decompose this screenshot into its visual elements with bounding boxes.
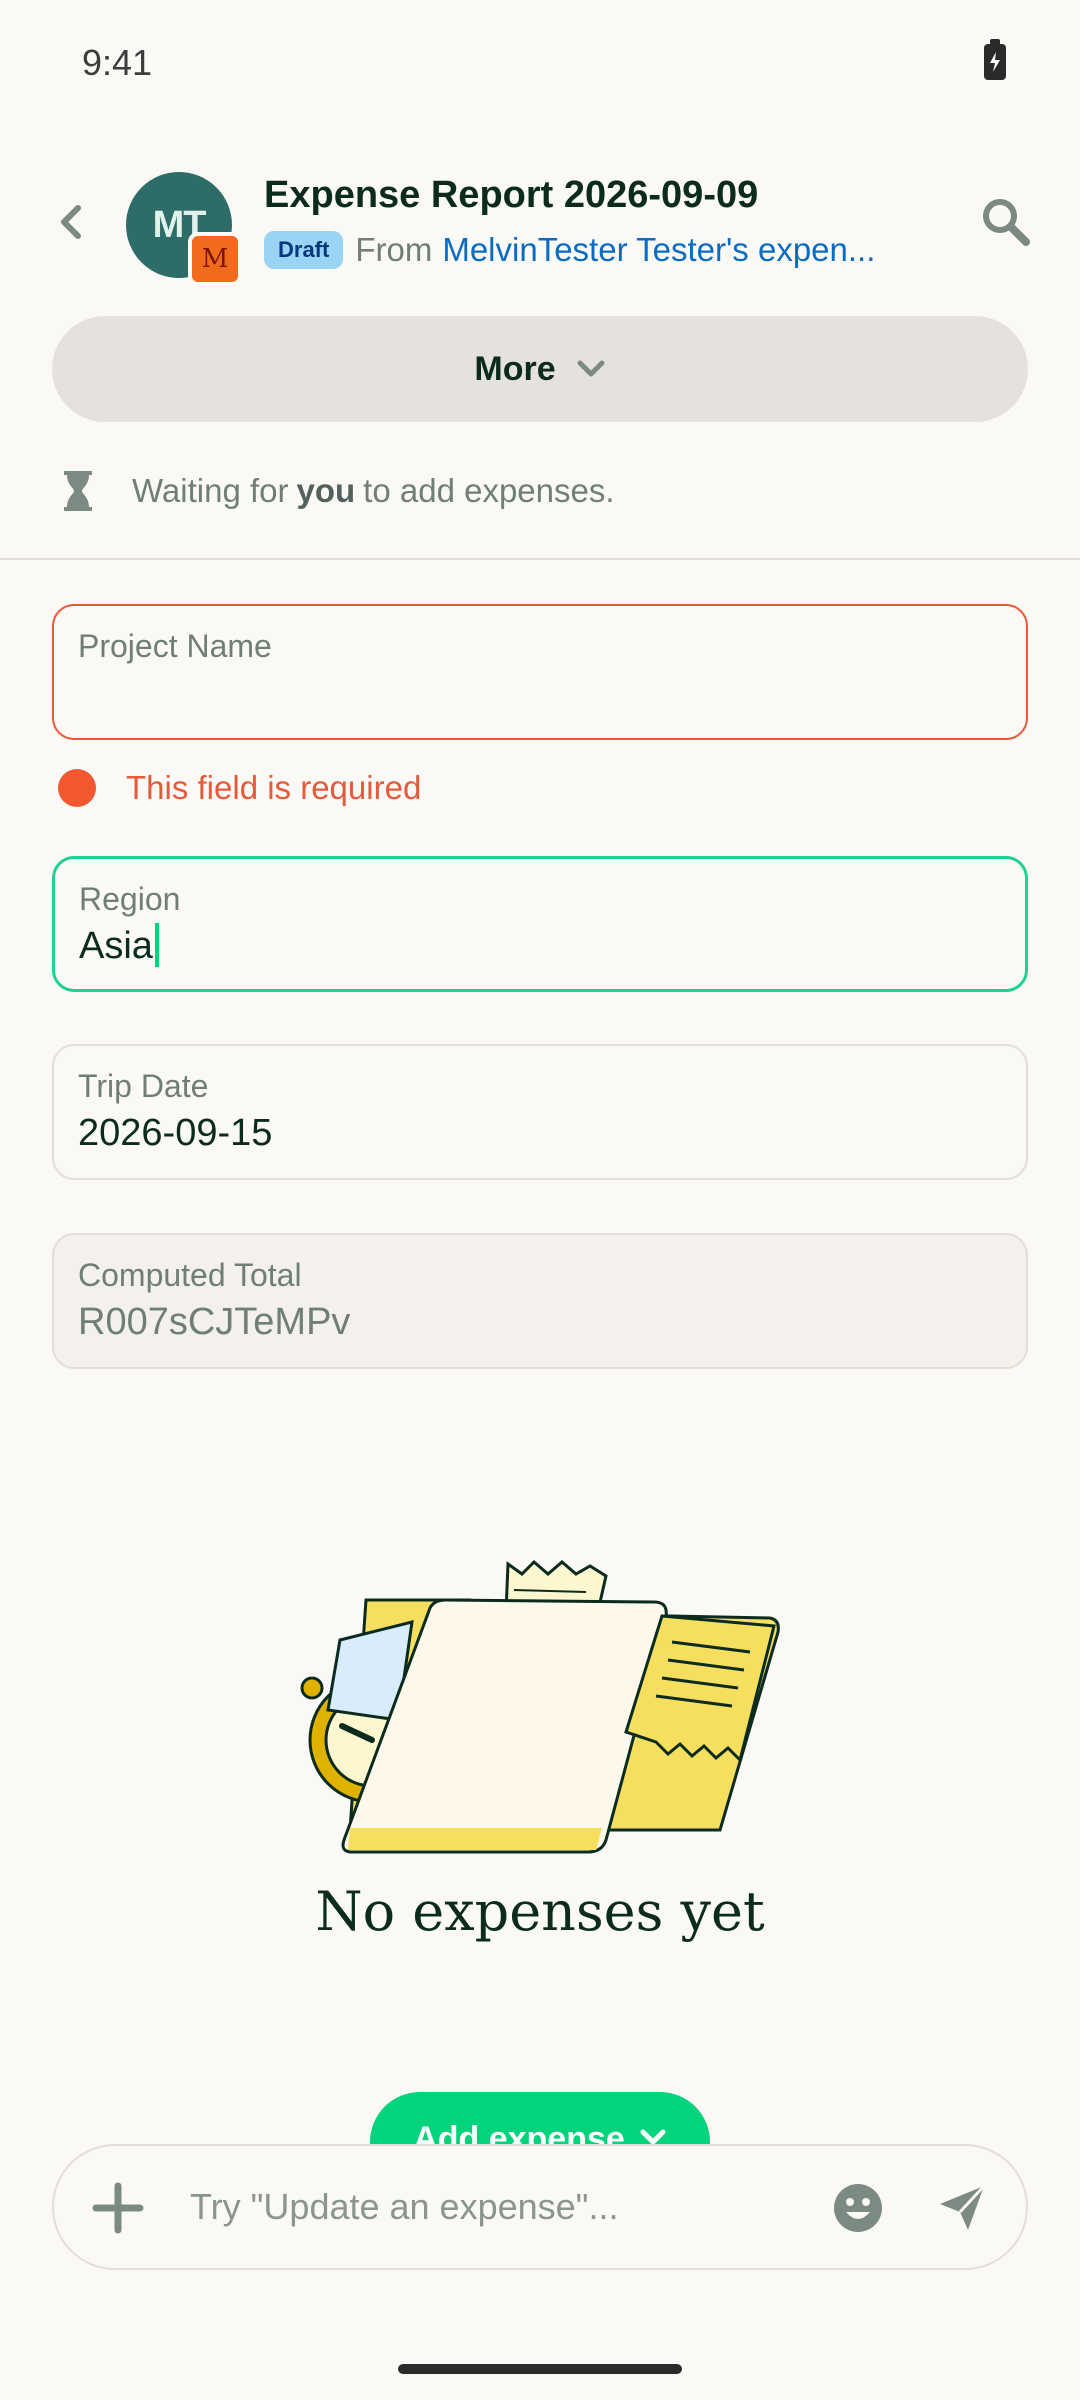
composer: Try "Update an expense"... (52, 2144, 1028, 2270)
hourglass-icon (64, 471, 92, 511)
trip-date-label: Trip Date (78, 1068, 209, 1104)
waiting-emphasis: you (296, 472, 356, 509)
workspace-badge: M (188, 232, 242, 286)
report-title[interactable]: Expense Report 2026-09-09 (264, 174, 758, 217)
emoji-icon[interactable] (832, 2182, 884, 2234)
text-cursor (154, 922, 159, 967)
computed-total-label: Computed Total (78, 1257, 302, 1293)
from-label: From (355, 231, 433, 268)
waiting-suffix: to add expenses. (363, 472, 615, 509)
project-name-error: This field is required (58, 768, 421, 808)
region-value: Asia (79, 925, 153, 967)
home-indicator (398, 2364, 682, 2374)
workspace-link[interactable]: MelvinTester Tester's expen... (442, 231, 875, 269)
workspace-badge-letter: M (201, 244, 229, 274)
divider (0, 558, 1080, 560)
trip-date-value: 2026-09-15 (78, 1112, 273, 1154)
chevron-left-icon (61, 205, 81, 239)
region-field[interactable]: Region Asia (52, 856, 1028, 992)
region-value-wrap: Asia (79, 922, 159, 970)
computed-total-value: R007sCJTeMPv (78, 1301, 351, 1343)
project-name-label: Project Name (78, 628, 272, 664)
trip-date-field[interactable]: Trip Date 2026-09-15 (52, 1044, 1028, 1180)
chevron-down-icon (577, 360, 605, 377)
search-button[interactable] (976, 192, 1036, 252)
status-badge: Draft (264, 231, 344, 269)
more-button-label: More (474, 349, 556, 388)
error-dot-icon (58, 769, 96, 807)
back-button[interactable] (50, 200, 94, 244)
waiting-message: Waiting for you to add expenses. (56, 466, 615, 516)
search-icon (983, 199, 1030, 246)
composer-input[interactable]: Try "Update an expense"... (190, 2186, 618, 2228)
project-name-field[interactable]: Project Name (52, 604, 1028, 740)
empty-state-title: No expenses yet (315, 1880, 765, 1943)
empty-folder-illustration (300, 1560, 780, 1854)
waiting-prefix: Waiting for (132, 472, 289, 509)
error-message: This field is required (126, 769, 422, 806)
region-label: Region (79, 881, 181, 917)
plus-icon[interactable] (92, 2182, 144, 2234)
more-button[interactable]: More (52, 316, 1028, 422)
report-header: MT M Expense Report 2026-09-09 Draft Fro… (0, 160, 1080, 290)
computed-total-field: Computed Total R007sCJTeMPv (52, 1233, 1028, 1369)
battery-icon (984, 39, 1006, 80)
status-time: 9:41 (82, 42, 153, 83)
send-icon[interactable] (936, 2182, 988, 2234)
status-bar: 9:41 (0, 0, 1080, 128)
report-subtitle: Draft From MelvinTester Tester's expen..… (264, 228, 904, 272)
